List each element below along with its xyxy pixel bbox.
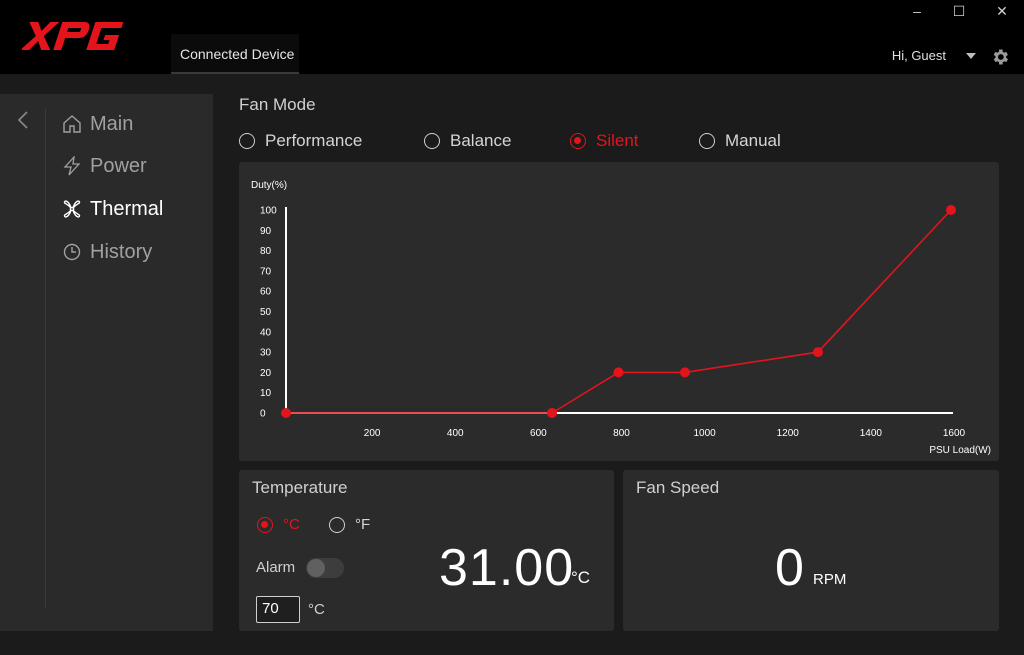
radio-silent[interactable]: Silent (570, 131, 639, 151)
radio-label: °F (355, 516, 371, 533)
radio-label: Silent (596, 131, 639, 150)
alarm-unit: °C (308, 601, 325, 618)
y-axis-title: Duty(%) (251, 180, 287, 191)
sidebar-item-thermal[interactable]: Thermal (62, 194, 163, 224)
x-tick-label: 600 (530, 428, 547, 439)
fan-speed-value: 0 (775, 539, 805, 597)
radio-label: °C (283, 516, 300, 533)
home-icon (63, 115, 81, 133)
sidebar-divider (45, 108, 46, 608)
y-tick-label: 0 (260, 409, 266, 420)
x-tick-label: 200 (364, 428, 381, 439)
radio-circle (570, 133, 586, 149)
fan-speed-unit: RPM (813, 571, 847, 588)
radio-manual[interactable]: Manual (699, 131, 781, 151)
temperature-title: Temperature (252, 478, 348, 497)
radio-circle (699, 133, 715, 149)
close-button[interactable]: ✕ (981, 0, 1023, 22)
radio-circle (239, 133, 255, 149)
bolt-icon (63, 156, 81, 176)
x-tick-label: 1600 (943, 428, 966, 439)
curve-point[interactable] (281, 408, 291, 418)
x-tick-label: 1000 (694, 428, 717, 439)
x-tick-label: 1200 (777, 428, 800, 439)
clock-icon (63, 243, 81, 261)
chevron-down-icon[interactable] (966, 53, 976, 59)
alarm-label: Alarm (256, 559, 296, 576)
fan-curve-svg[interactable]: Duty(%) PSU Load(W) 0 10 20 30 40 50 60 70 80 90 100… (239, 162, 999, 461)
temperature-value: 31.00 (439, 539, 575, 597)
sidebar-item-label: Main (90, 112, 134, 135)
radio-label: Manual (725, 131, 781, 150)
fan-speed-panel: Fan Speed 0 RPM (623, 470, 999, 631)
xpg-logo (22, 22, 124, 50)
sidebar-item-label: History (90, 240, 153, 263)
x-axis-title: PSU Load(W) (929, 445, 991, 456)
sidebar: Main Power Thermal History (0, 94, 213, 631)
title-bar: Connected Device – ☐ ✕ Hi, Guest (0, 0, 1024, 74)
temperature-unit: °C (571, 568, 591, 587)
sidebar-item-power[interactable]: Power (62, 151, 147, 181)
gear-icon[interactable] (990, 47, 1010, 67)
y-tick-label: 70 (260, 266, 272, 277)
x-tick-label: 800 (613, 428, 630, 439)
radio-circle (257, 516, 273, 533)
y-tick-label: 80 (260, 246, 272, 257)
radio-label: Performance (265, 131, 363, 150)
y-tick-label: 100 (260, 206, 277, 217)
user-greeting[interactable]: Hi, Guest (892, 48, 946, 63)
x-tick-label: 400 (447, 428, 464, 439)
sidebar-item-label: Thermal (90, 197, 164, 220)
x-tick-label: 1400 (860, 428, 883, 439)
fan-mode-title: Fan Mode (239, 95, 316, 114)
minimize-button[interactable]: – (896, 0, 938, 22)
curve-point[interactable] (946, 205, 956, 215)
toggle-knob (307, 559, 325, 577)
y-tick-label: 40 (260, 327, 272, 338)
fan-speed-title: Fan Speed (636, 478, 720, 497)
radio-balance[interactable]: Balance (424, 131, 511, 151)
y-tick-label: 90 (260, 226, 272, 237)
curve-point[interactable] (613, 367, 624, 378)
fan-curve-chart: Duty(%) PSU Load(W) 0 10 20 30 40 50 60 70 80 90 100… (239, 162, 999, 461)
y-tick-label: 50 (260, 307, 272, 318)
y-tick-label: 10 (260, 388, 272, 399)
temperature-panel: Temperature °C °F Alarm 70 °C 31.00 °C (239, 470, 614, 631)
radio-celsius[interactable]: °C (257, 516, 300, 533)
maximize-button[interactable]: ☐ (938, 0, 980, 22)
curve-point[interactable] (813, 347, 823, 358)
sidebar-item-main[interactable]: Main (62, 109, 133, 139)
y-tick-label: 30 (260, 348, 272, 359)
sidebar-item-label: Power (90, 154, 147, 177)
fan-curve-line (286, 209, 952, 414)
y-tick-label: 60 (260, 287, 272, 298)
curve-point[interactable] (680, 367, 690, 378)
y-tick-label: 20 (260, 368, 272, 379)
chevron-left-icon[interactable] (14, 108, 32, 132)
sidebar-item-history[interactable]: History (62, 237, 152, 267)
radio-label: Balance (450, 131, 512, 150)
radio-performance[interactable]: Performance (239, 131, 362, 151)
radio-fahrenheit[interactable]: °F (329, 516, 370, 533)
curve-point[interactable] (547, 408, 557, 418)
alarm-threshold-input[interactable]: 70 (256, 596, 300, 623)
tab-connected-device[interactable]: Connected Device (171, 34, 299, 74)
radio-circle (329, 516, 345, 533)
fan-icon (63, 200, 81, 218)
alarm-toggle[interactable] (306, 558, 344, 578)
radio-circle (424, 133, 440, 149)
